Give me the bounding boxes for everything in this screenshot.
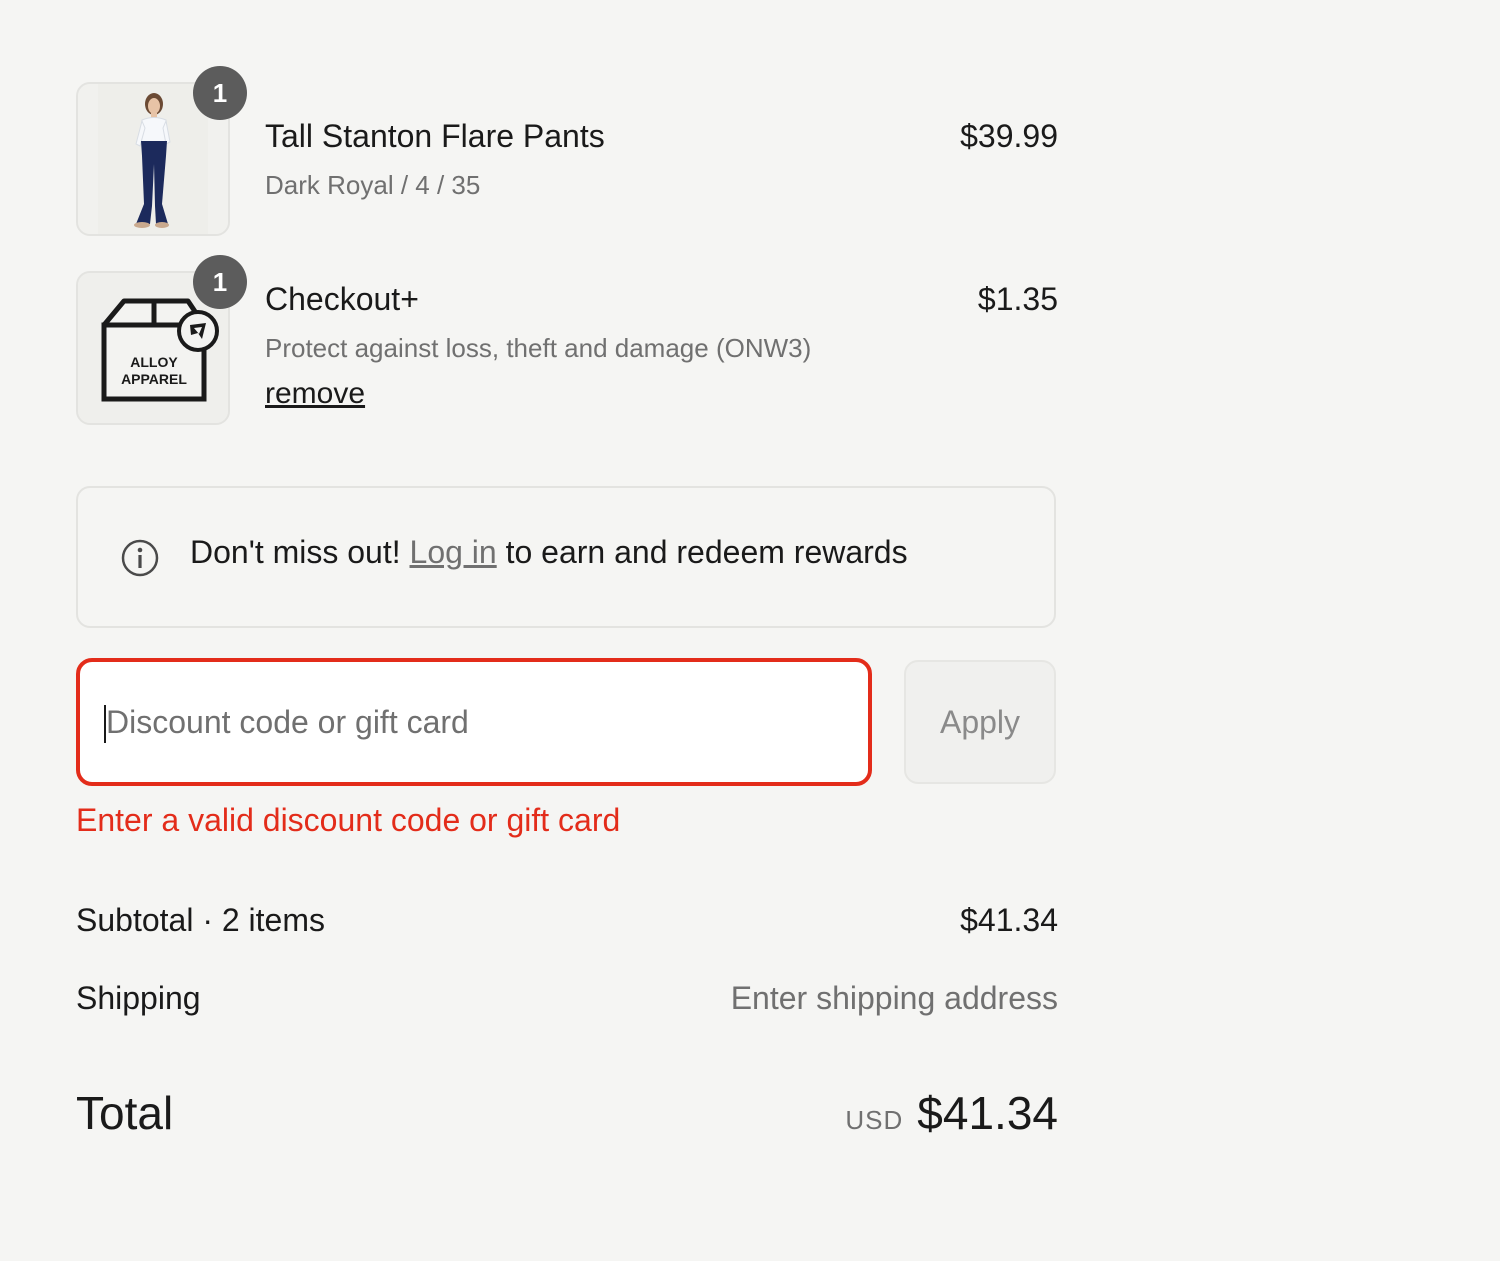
product-title: Checkout+ [265,281,419,317]
total-label: Total [76,1087,174,1139]
product-price: $39.99 [960,118,1058,154]
currency-code: USD [845,1105,904,1135]
product-variant: Dark Royal / 4 / 35 [265,170,481,200]
product-description: Protect against loss, theft and damage (… [265,333,812,363]
box-logo-line-2: APPAREL [121,371,187,387]
login-link[interactable]: Log in [410,534,497,570]
subtotal-label: Subtotal · 2 items [76,902,325,938]
line-item-checkout-plus: ALLOY APPAREL 1 Checkout+ Protect agains… [76,255,1058,425]
discount-code-input[interactable] [76,658,872,786]
line-item-pants: 1 Tall Stanton Flare Pants Dark Royal / … [76,66,1058,236]
shipping-value: Enter shipping address [730,980,1058,1016]
box-logo-line-1: ALLOY [130,354,178,370]
rewards-banner: Don't miss out! Log in to earn and redee… [76,486,1056,628]
rewards-suffix: to earn and redeem rewards [496,534,908,570]
text-cursor [104,705,106,743]
product-price: $1.35 [977,281,1058,317]
discount-error-message: Enter a valid discount code or gift card [76,802,621,838]
quantity-badge: 1 [193,255,247,309]
total-amount: USD $41.34 [845,1086,1058,1140]
remove-link[interactable]: remove [265,377,365,411]
order-summary: 1 Tall Stanton Flare Pants Dark Royal / … [76,0,1058,1261]
total-value: $41.34 [917,1087,1058,1139]
product-title: Tall Stanton Flare Pants [265,118,605,154]
subtotal-value: $41.34 [960,902,1058,938]
rewards-prefix: Don't miss out! [190,534,410,570]
apply-discount-button[interactable]: Apply [904,660,1056,784]
info-icon [121,539,159,577]
shipping-label: Shipping [76,980,201,1016]
quantity-badge: 1 [193,66,247,120]
rewards-message: Don't miss out! Log in to earn and redee… [190,534,908,571]
